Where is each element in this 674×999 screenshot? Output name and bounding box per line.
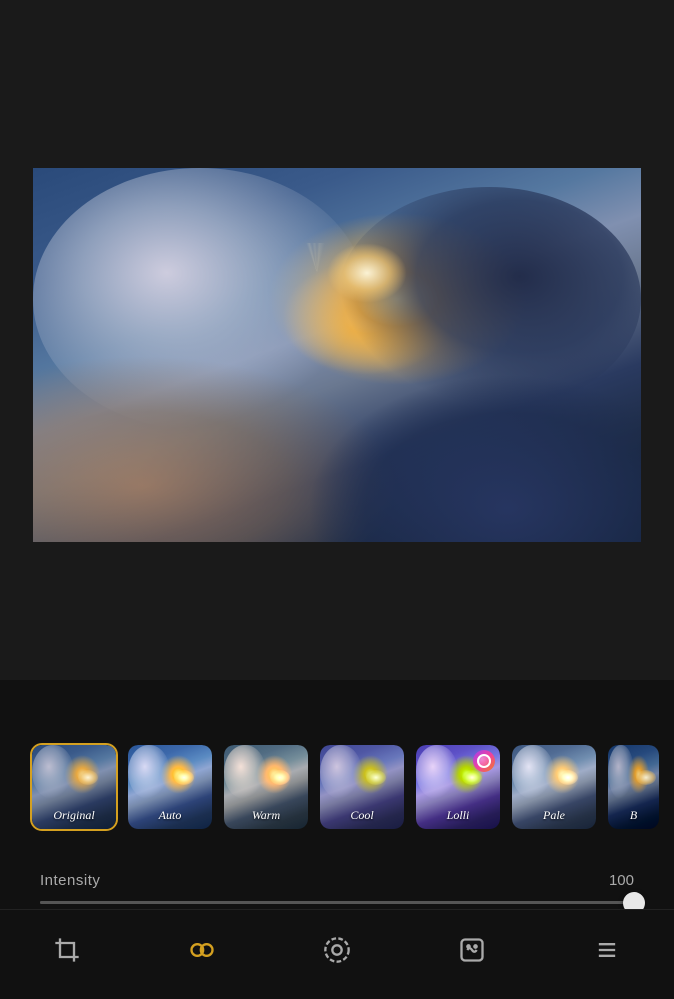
bottom-toolbar [0,909,674,999]
photo-canvas [33,168,641,542]
filter-lolli[interactable]: Lolli [414,743,502,831]
toolbar-sticker-button[interactable] [442,920,502,980]
filter-strip-area: Original Auto Warm Cool [0,734,674,839]
crop-icon [51,934,83,966]
intensity-slider-fill [40,901,634,904]
toolbar-adjust-button[interactable] [307,920,367,980]
filter-cool[interactable]: Cool [318,743,406,831]
filter-auto[interactable]: Auto [126,743,214,831]
photo-area [0,0,674,680]
toolbar-filter-button[interactable] [172,920,232,980]
lolli-badge [473,750,495,772]
intensity-value: 100 [609,872,634,889]
filter-warm[interactable]: Warm [222,743,310,831]
sky-image [33,168,641,542]
more-icon [591,934,623,966]
intensity-label: Intensity [40,872,100,889]
filter-b[interactable]: B [606,743,661,831]
filter-pale[interactable]: Pale [510,743,598,831]
toolbar-crop-button[interactable] [37,920,97,980]
filter-strip: Original Auto Warm Cool [0,734,674,839]
filter-original[interactable]: Original [30,743,118,831]
sticker-icon [456,934,488,966]
intensity-area: Intensity 100 [0,872,674,904]
filter-icon [186,934,218,966]
intensity-slider-track[interactable] [40,901,634,904]
adjust-icon [321,934,353,966]
toolbar-more-button[interactable] [577,920,637,980]
